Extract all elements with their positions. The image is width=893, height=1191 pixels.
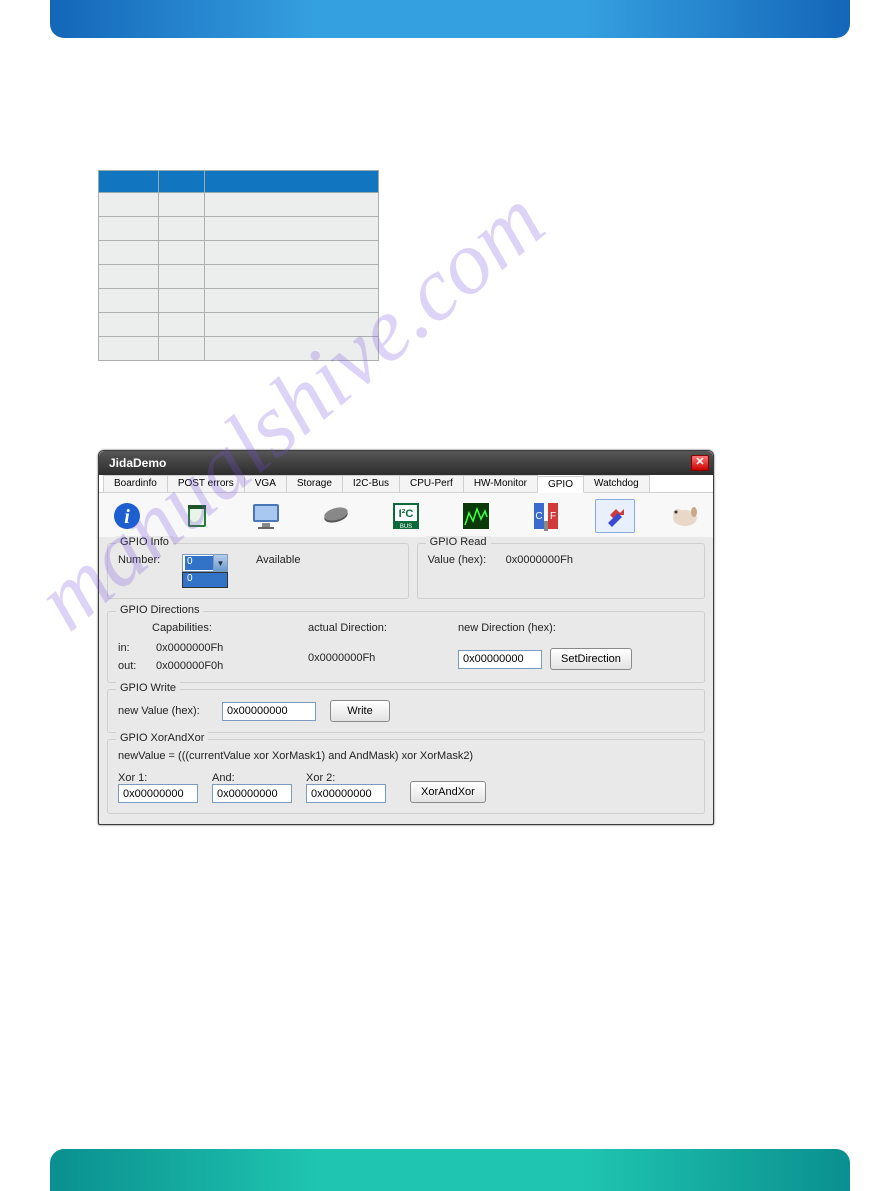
and-label: And:	[212, 772, 292, 784]
group-legend: GPIO Read	[426, 536, 491, 548]
hw-monitor-icon[interactable]: CF	[526, 499, 566, 533]
gpio-info-group: GPIO Info Number: 0 ▼ 0 Available	[107, 543, 409, 599]
watchdog-icon[interactable]	[665, 499, 705, 533]
table-cell	[205, 193, 379, 217]
new-value-input[interactable]	[222, 702, 316, 721]
group-legend: GPIO XorAndXor	[116, 732, 208, 744]
table-cell	[99, 193, 159, 217]
new-value-label: new Value (hex):	[118, 705, 214, 717]
info-icon[interactable]: i	[107, 499, 147, 533]
tab-i2c-bus[interactable]: I2C-Bus	[342, 475, 400, 492]
table-cell	[205, 241, 379, 265]
available-label: Available	[256, 554, 300, 566]
cpu-perf-icon[interactable]	[456, 499, 496, 533]
table-cell	[205, 337, 379, 361]
table-header	[99, 171, 159, 193]
table-cell	[159, 265, 205, 289]
notepad-icon[interactable]	[177, 499, 217, 533]
table-cell	[205, 289, 379, 313]
tab-boardinfo[interactable]: Boardinfo	[103, 475, 168, 492]
window-title: JidaDemo	[109, 456, 166, 470]
xor1-input[interactable]	[118, 784, 198, 803]
out-label: out:	[118, 660, 148, 672]
tab-vga[interactable]: VGA	[244, 475, 287, 492]
xor1-label: Xor 1:	[118, 772, 198, 784]
tab-bar: Boardinfo POST errors VGA Storage I2C-Bu…	[99, 475, 713, 493]
out-value: 0x000000F0h	[156, 660, 223, 672]
number-combo[interactable]: 0 ▼ 0	[182, 554, 228, 572]
and-input[interactable]	[212, 784, 292, 803]
table-cell	[159, 217, 205, 241]
icon-toolbar: i I²C BUS CF	[99, 493, 713, 537]
formula-label: newValue = (((currentValue xor XorMask1)…	[118, 750, 694, 762]
in-value: 0x0000000Fh	[156, 642, 223, 654]
tab-storage[interactable]: Storage	[286, 475, 343, 492]
xor2-label: Xor 2:	[306, 772, 386, 784]
table-cell	[205, 265, 379, 289]
chevron-down-icon[interactable]: ▼	[213, 555, 227, 571]
bottom-banner	[50, 1149, 850, 1191]
tab-watchdog[interactable]: Watchdog	[583, 475, 650, 492]
tab-gpio[interactable]: GPIO	[537, 476, 584, 493]
i2c-bus-icon[interactable]: I²C BUS	[386, 499, 426, 533]
svg-text:C: C	[535, 511, 542, 522]
value-hex-readout: 0x0000000Fh	[506, 554, 573, 566]
chip-icon[interactable]	[316, 499, 356, 533]
number-selected: 0	[185, 556, 213, 570]
value-hex-label: Value (hex):	[428, 554, 498, 566]
tab-post-errors[interactable]: POST errors	[167, 475, 245, 492]
table-cell	[159, 193, 205, 217]
table-cell	[159, 241, 205, 265]
titlebar[interactable]: JidaDemo ✕	[99, 451, 713, 475]
actual-direction-value: 0x0000000Fh	[308, 652, 375, 664]
close-icon[interactable]: ✕	[691, 455, 709, 471]
group-legend: GPIO Write	[116, 682, 180, 694]
new-direction-label: new Direction (hex):	[458, 622, 694, 634]
table-cell	[159, 313, 205, 337]
group-legend: GPIO Directions	[116, 604, 203, 616]
jidademo-window: JidaDemo ✕ Boardinfo POST errors VGA Sto…	[98, 450, 714, 825]
table-cell	[99, 289, 159, 313]
gpio-icon[interactable]	[595, 499, 635, 533]
capabilities-label: Capabilities:	[152, 622, 298, 634]
svg-text:i: i	[124, 506, 130, 528]
gpio-directions-group: GPIO Directions Capabilities: in: 0x0000…	[107, 611, 705, 683]
table-cell	[159, 337, 205, 361]
new-direction-input[interactable]	[458, 650, 542, 669]
actual-direction-label: actual Direction:	[308, 622, 448, 634]
table-header	[159, 171, 205, 193]
table-cell	[205, 313, 379, 337]
table-cell	[99, 241, 159, 265]
gpio-write-group: GPIO Write new Value (hex): Write	[107, 689, 705, 733]
write-button[interactable]: Write	[330, 700, 390, 722]
set-direction-button[interactable]: SetDirection	[550, 648, 632, 670]
table-cell	[159, 289, 205, 313]
monitor-icon[interactable]	[247, 499, 287, 533]
reference-table	[98, 170, 379, 361]
svg-text:I²C: I²C	[399, 508, 414, 520]
table-cell	[205, 217, 379, 241]
table-cell	[99, 217, 159, 241]
group-legend: GPIO Info	[116, 536, 173, 548]
in-label: in:	[118, 642, 148, 654]
xor2-input[interactable]	[306, 784, 386, 803]
number-option[interactable]: 0	[183, 573, 227, 587]
tab-cpu-perf[interactable]: CPU-Perf	[399, 475, 464, 492]
number-dropdown[interactable]: 0	[182, 572, 228, 588]
table-cell	[99, 313, 159, 337]
top-banner	[50, 0, 850, 38]
table-cell	[99, 265, 159, 289]
table-cell	[99, 337, 159, 361]
xorandxor-button[interactable]: XorAndXor	[410, 781, 486, 803]
tab-hw-monitor[interactable]: HW-Monitor	[463, 475, 538, 492]
svg-text:BUS: BUS	[400, 524, 412, 530]
svg-text:F: F	[550, 511, 556, 522]
number-label: Number:	[118, 554, 174, 566]
gpio-xorandxor-group: GPIO XorAndXor newValue = (((currentValu…	[107, 739, 705, 814]
gpio-read-group: GPIO Read Value (hex): 0x0000000Fh	[417, 543, 705, 599]
table-header	[205, 171, 379, 193]
